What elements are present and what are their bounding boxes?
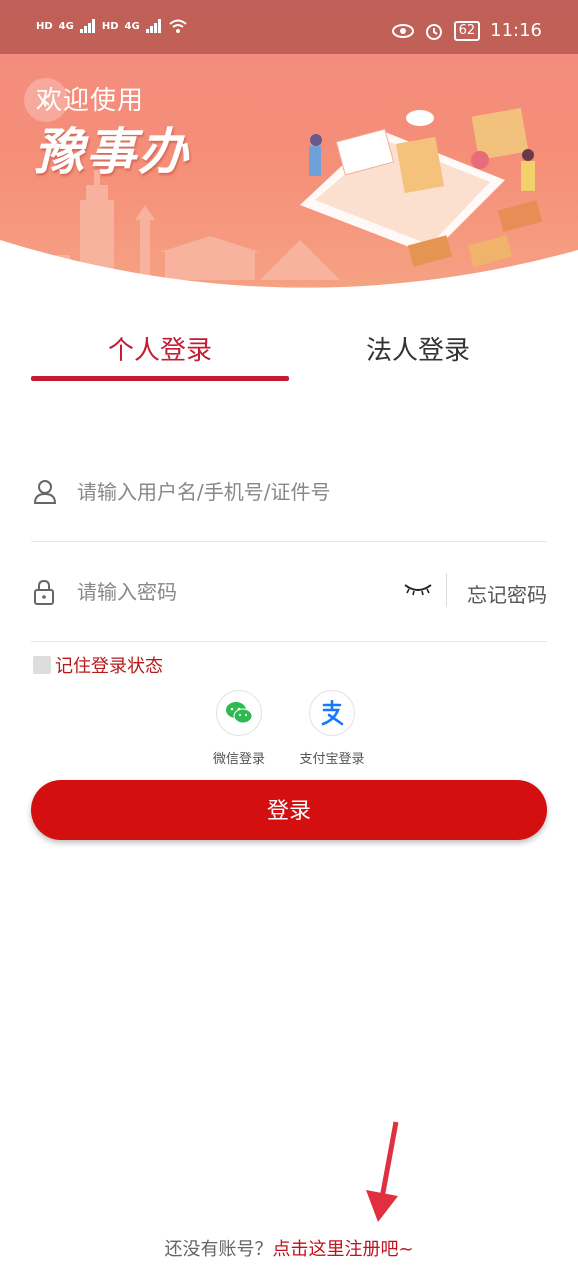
- active-tab-indicator: [31, 376, 289, 381]
- lock-icon: [34, 579, 54, 605]
- forgot-password-link[interactable]: 忘记密码: [467, 579, 547, 608]
- signal-icon: [79, 19, 95, 33]
- wechat-button[interactable]: [216, 690, 262, 736]
- register-question: 还没有账号？: [164, 1239, 273, 1260]
- signal-icon: [145, 19, 161, 33]
- sim2-label: HD: [101, 20, 119, 32]
- wechat-login[interactable]: 微信登录: [194, 690, 284, 767]
- sim1-label: HD: [36, 20, 53, 32]
- alipay-button[interactable]: [309, 690, 355, 736]
- hero-banner: HD 4G HD 4G 62 11:16 ‹ 欢迎使用 豫事办: [0, 0, 578, 300]
- tab-legal-login[interactable]: 法人登录: [289, 330, 547, 367]
- alipay-icon: [321, 700, 344, 726]
- red-arrow-annotation: [366, 1121, 399, 1222]
- remember-checkbox[interactable]: [33, 656, 51, 674]
- login-tabs: 个人登录 法人登录: [0, 330, 578, 382]
- net2-label: 4G: [124, 20, 140, 32]
- wechat-label: 微信登录: [212, 752, 265, 767]
- username-input[interactable]: [75, 471, 379, 513]
- tab-personal-login[interactable]: 个人登录: [31, 330, 289, 367]
- alipay-login[interactable]: 支付宝登录: [287, 690, 377, 767]
- user-icon: [33, 480, 57, 504]
- remember-login[interactable]: 记住登录状态: [33, 652, 163, 678]
- eye-icon: [391, 23, 414, 38]
- wifi-icon: [169, 19, 187, 33]
- field-divider: [446, 573, 447, 607]
- net1-label: 4G: [58, 20, 74, 32]
- brand-title: 豫事办: [34, 123, 190, 181]
- register-link[interactable]: 点击这里注册吧~: [272, 1239, 413, 1260]
- password-input[interactable]: [75, 571, 379, 613]
- battery-level: 62: [453, 20, 481, 41]
- login-button[interactable]: 登录: [31, 780, 547, 840]
- username-field: [31, 441, 547, 542]
- clock: 11:16: [490, 20, 542, 41]
- password-field: 忘记密码: [31, 541, 547, 642]
- register-prompt: 还没有账号？点击这里注册吧~: [0, 1235, 578, 1261]
- status-bar: HD 4G HD 4G 62 11:16: [0, 0, 578, 54]
- alarm-icon: [425, 23, 442, 40]
- remember-label: 记住登录状态: [55, 656, 163, 677]
- alipay-label: 支付宝登录: [299, 752, 365, 767]
- hidden-eye-icon[interactable]: [403, 581, 433, 597]
- wechat-icon: [226, 702, 253, 724]
